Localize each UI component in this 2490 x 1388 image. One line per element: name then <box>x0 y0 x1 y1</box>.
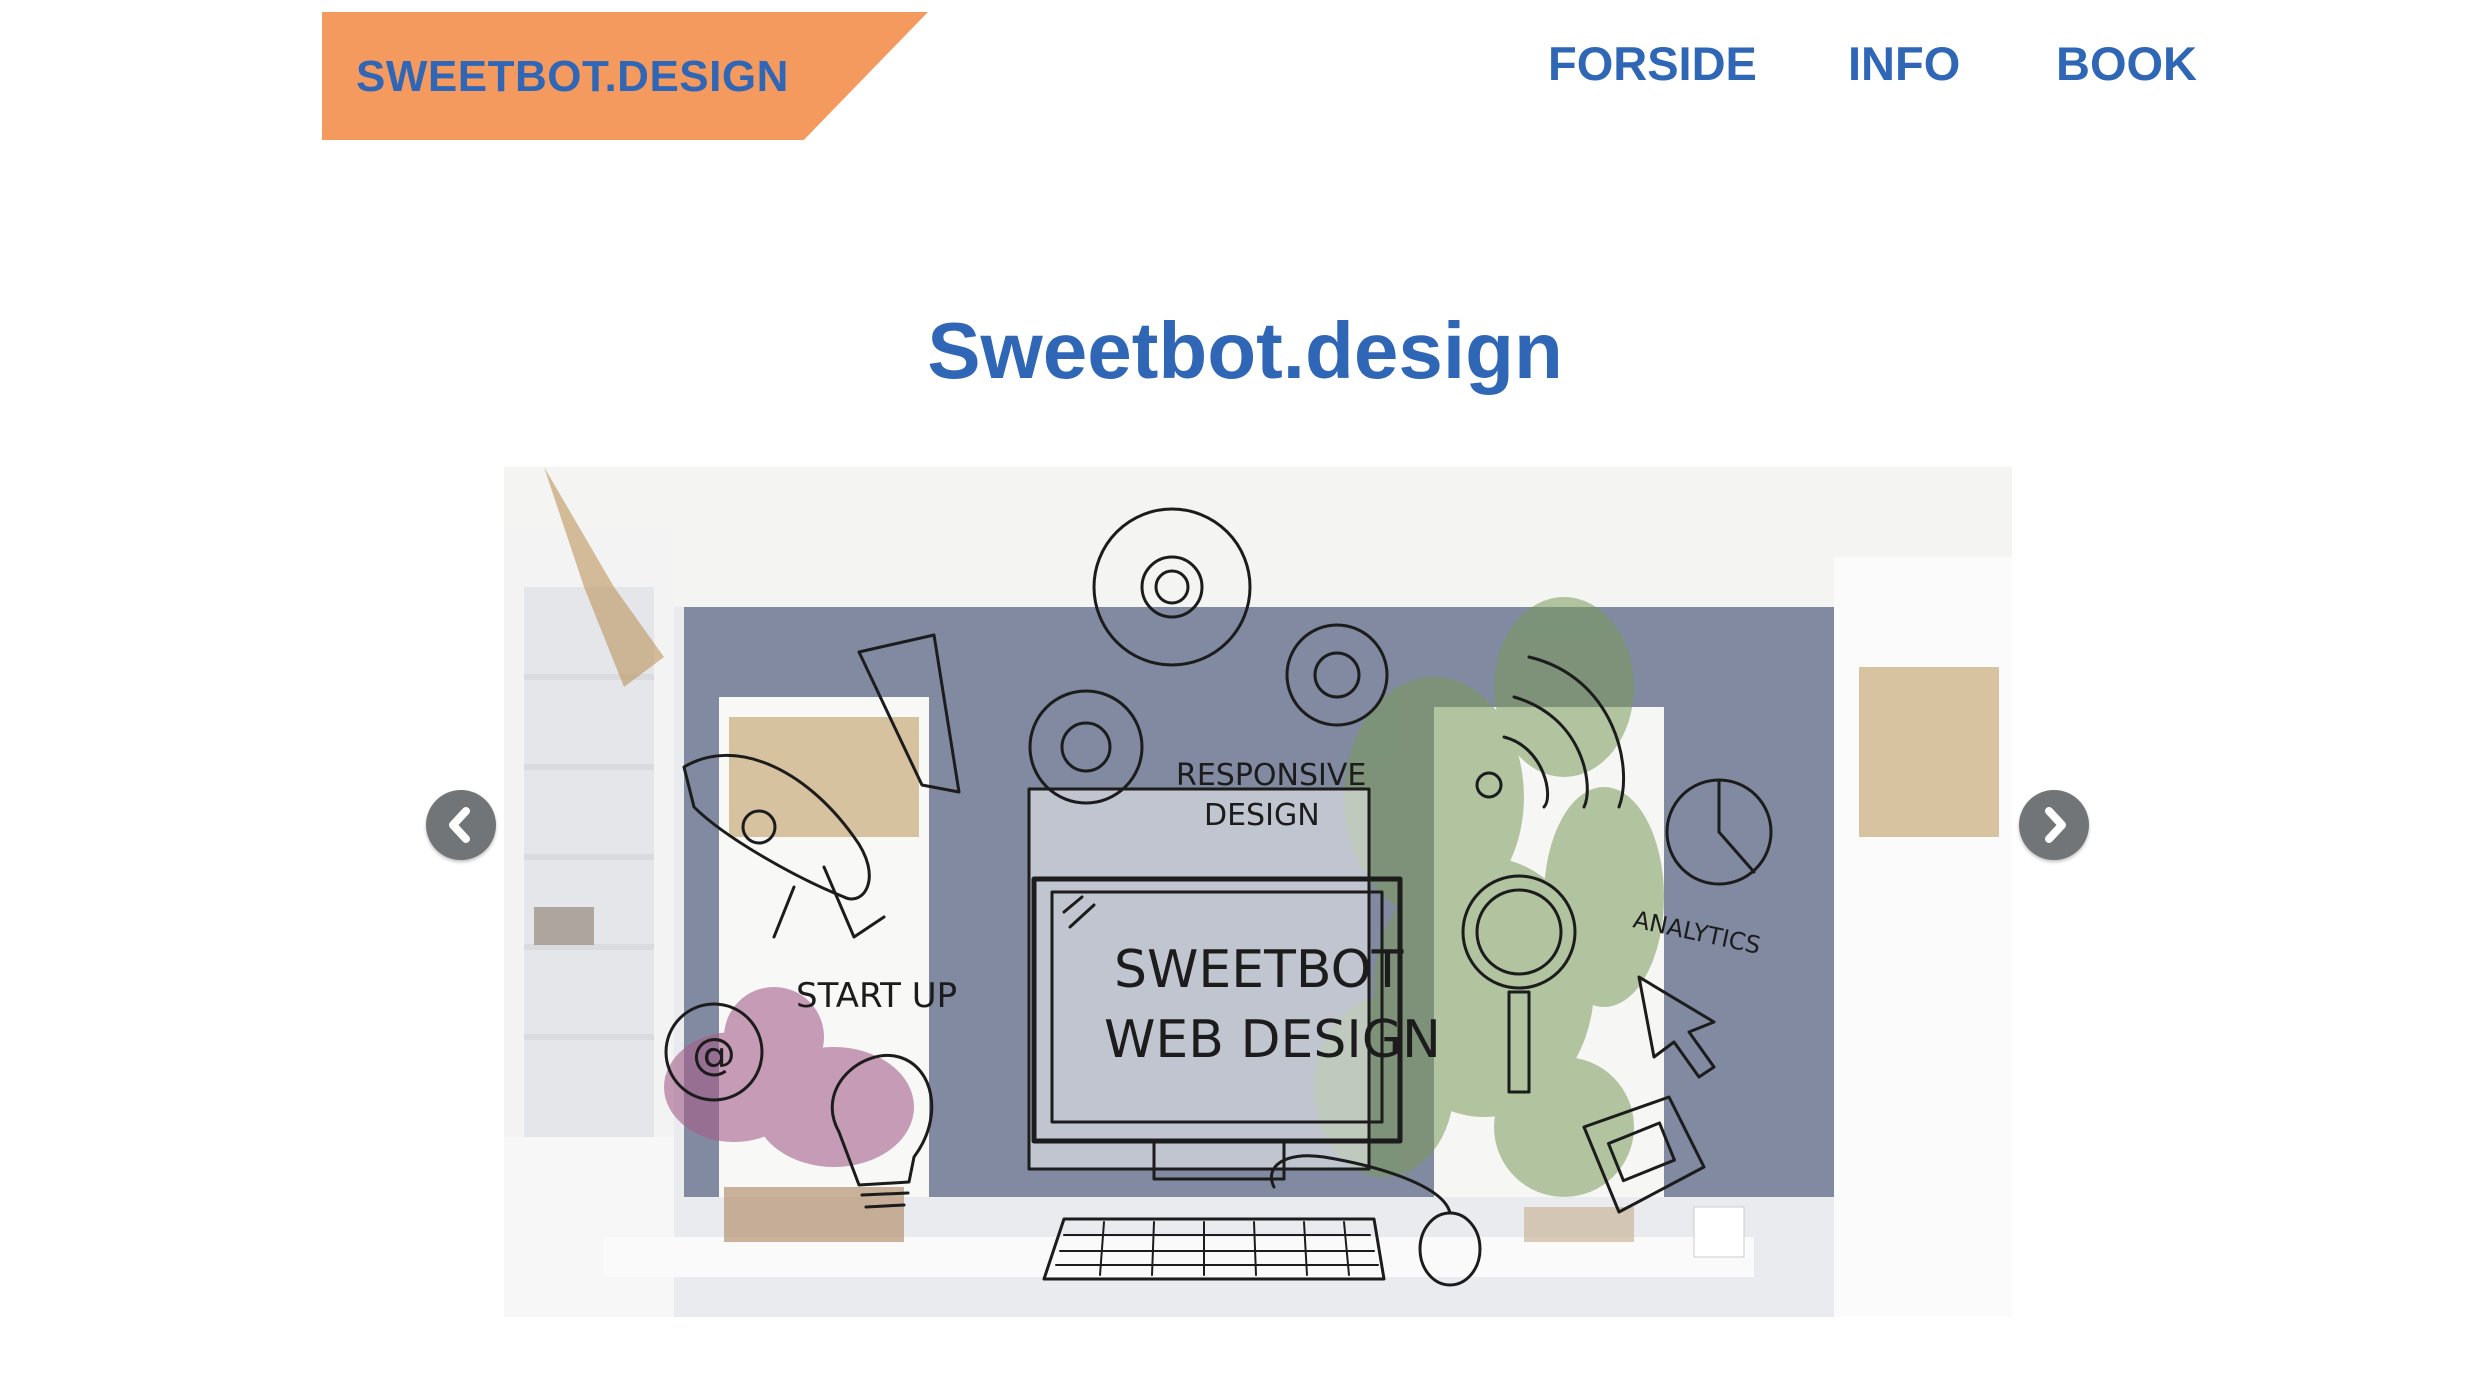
nav-item-forside[interactable]: FORSIDE <box>1548 36 1757 91</box>
slider-prev-button[interactable] <box>426 790 496 860</box>
slide-text-start-up: START UP <box>796 976 957 1016</box>
slide-text-at: @ <box>692 1029 736 1080</box>
nav-item-info[interactable]: INFO <box>1848 36 1960 91</box>
slide-text-sweetbot: SWEETBOT <box>1114 940 1404 1000</box>
chevron-left-icon <box>449 807 470 843</box>
slider-next-button[interactable] <box>2019 790 2089 860</box>
slide-text-web-design: WEB DESIGN <box>1104 1010 1441 1070</box>
nav-item-book[interactable]: BOOK <box>2056 36 2197 91</box>
page-title: Sweetbot.design <box>927 306 1563 395</box>
main-nav: FORSIDE INFO BOOK <box>0 36 2490 106</box>
image-slider[interactable]: SWEETBOT WEB DESIGN RESPONSIVE DESIGN AN… <box>504 467 2012 1317</box>
slide-text-responsive: RESPONSIVE <box>1176 758 1366 793</box>
slide-text-design: DESIGN <box>1204 798 1320 833</box>
chevron-right-icon <box>2045 807 2066 843</box>
slide-image: SWEETBOT WEB DESIGN RESPONSIVE DESIGN AN… <box>504 467 2012 1317</box>
